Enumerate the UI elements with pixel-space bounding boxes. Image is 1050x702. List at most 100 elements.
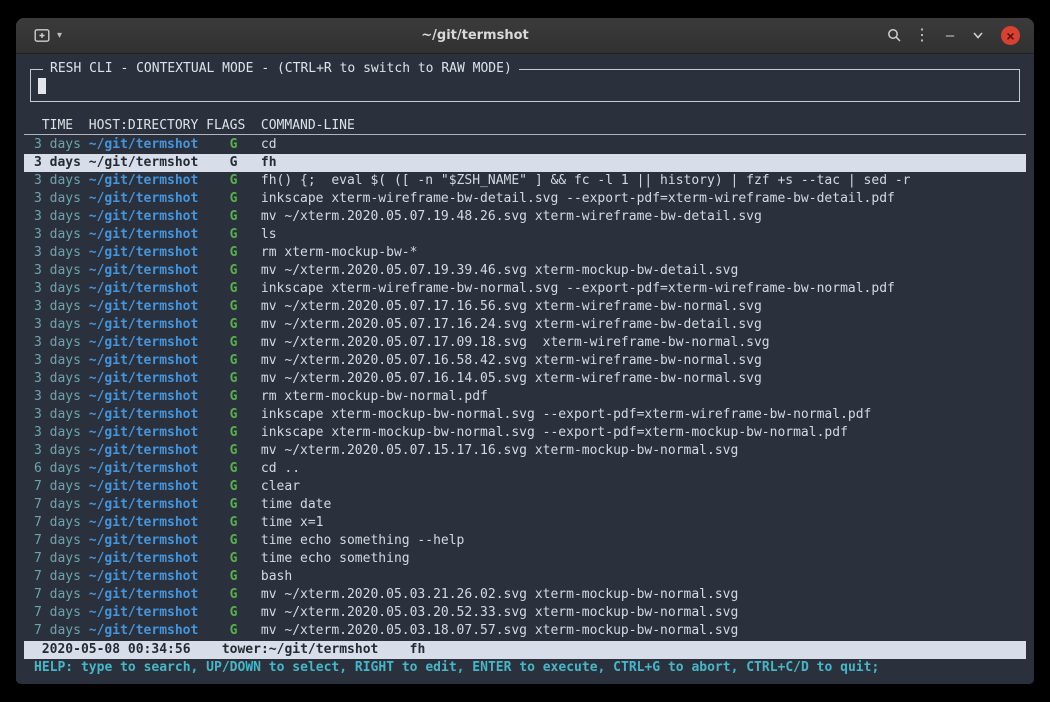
history-row[interactable]: 3 days~/git/termshotGfh [24,154,1026,172]
flag-cell: G [206,172,245,190]
search-button[interactable] [880,22,908,50]
command-cell: mv ~/xterm.2020.05.03.21.26.02.svg xterm… [253,586,1016,604]
history-row[interactable]: 3 days~/git/termshotGfh() {; eval $( ([ … [24,172,1026,190]
history-row[interactable]: 7 days~/git/termshotGbash [24,568,1026,586]
history-row[interactable]: 7 days~/git/termshotGtime echo something [24,550,1026,568]
history-row[interactable]: 3 days~/git/termshotGinkscape xterm-mock… [24,406,1026,424]
history-row[interactable]: 3 days~/git/termshotGls [24,226,1026,244]
status-host-directory: tower:~/git/termshot [222,641,379,659]
directory-cell: ~/git/termshot [89,334,199,352]
history-row[interactable]: 3 days~/git/termshotGmv ~/xterm.2020.05.… [24,442,1026,460]
history-row[interactable]: 3 days~/git/termshotGinkscape xterm-wire… [24,280,1026,298]
command-cell: time x=1 [253,514,1016,532]
time-cell: 3 days [34,388,81,406]
window-title: ~/git/termshot [136,28,814,43]
time-cell: 7 days [34,496,81,514]
flag-cell: G [206,604,245,622]
history-row[interactable]: 3 days~/git/termshotGmv ~/xterm.2020.05.… [24,298,1026,316]
command-cell: mv ~/xterm.2020.05.07.15.17.16.svg xterm… [253,442,1016,460]
status-datetime: 2020-05-08 00:34:56 [42,641,191,659]
chevron-down-icon: ▾ [57,30,62,41]
history-row[interactable]: 3 days~/git/termshotGmv ~/xterm.2020.05.… [24,352,1026,370]
time-cell: 3 days [34,262,81,280]
history-row[interactable]: 7 days~/git/termshotGtime echo something… [24,532,1026,550]
directory-cell: ~/git/termshot [89,208,199,226]
minimize-icon: – [946,27,954,44]
search-input-box[interactable]: RESH CLI - CONTEXTUAL MODE - (CTRL+R to … [30,69,1020,102]
terminal-content[interactable]: RESH CLI - CONTEXTUAL MODE - (CTRL+R to … [16,54,1034,683]
flag-cell: G [206,442,245,460]
history-row[interactable]: 3 days~/git/termshotGmv ~/xterm.2020.05.… [24,208,1026,226]
close-button[interactable]: × [1001,26,1020,45]
time-cell: 7 days [34,478,81,496]
time-cell: 3 days [34,424,81,442]
history-row[interactable]: 3 days~/git/termshotGmv ~/xterm.2020.05.… [24,370,1026,388]
text-cursor [38,78,46,94]
directory-cell: ~/git/termshot [89,388,199,406]
directory-cell: ~/git/termshot [89,316,199,334]
menu-button[interactable]: ⋮ [908,22,936,50]
command-cell: time date [253,496,1016,514]
flag-cell: G [206,226,245,244]
history-row[interactable]: 3 days~/git/termshotGinkscape xterm-wire… [24,190,1026,208]
minimize-button[interactable]: – [936,22,964,50]
history-row[interactable]: 3 days~/git/termshotGrm xterm-mockup-bw-… [24,388,1026,406]
directory-cell: ~/git/termshot [89,280,199,298]
flag-cell: G [206,424,245,442]
command-cell: ls [253,226,1016,244]
flag-cell: G [206,352,245,370]
directory-cell: ~/git/termshot [89,352,199,370]
time-cell: 3 days [34,370,81,388]
time-cell: 7 days [34,514,81,532]
flag-cell: G [206,460,245,478]
history-row[interactable]: 3 days~/git/termshotGmv ~/xterm.2020.05.… [24,334,1026,352]
restore-button[interactable] [964,22,992,50]
command-cell: mv ~/xterm.2020.05.07.16.14.05.svg xterm… [253,370,1016,388]
command-cell: bash [253,568,1016,586]
command-cell: cd [253,136,1016,154]
flag-cell: G [206,136,245,154]
time-cell: 3 days [34,298,81,316]
directory-cell: ~/git/termshot [89,136,199,154]
history-row[interactable]: 3 days~/git/termshotGrm xterm-mockup-bw-… [24,244,1026,262]
flag-cell: G [206,550,245,568]
history-row[interactable]: 7 days~/git/termshotGmv ~/xterm.2020.05.… [24,622,1026,640]
time-cell: 3 days [34,244,81,262]
time-cell: 3 days [34,406,81,424]
header-host-directory: HOST:DIRECTORY [89,117,199,135]
time-cell: 7 days [34,622,81,640]
command-cell: mv ~/xterm.2020.05.03.20.52.33.svg xterm… [253,604,1016,622]
directory-cell: ~/git/termshot [89,514,199,532]
time-cell: 3 days [34,154,81,172]
command-cell: fh [253,154,1016,172]
header-time: TIME [34,117,81,135]
titlebar[interactable]: ▾ ~/git/termshot ⋮ – × [16,18,1034,54]
command-cell: inkscape xterm-mockup-bw-normal.svg --ex… [253,424,1016,442]
time-cell: 3 days [34,280,81,298]
history-list: 3 days~/git/termshotGcd3 days~/git/terms… [24,136,1026,640]
history-row[interactable]: 7 days~/git/termshotGtime x=1 [24,514,1026,532]
time-cell: 3 days [34,316,81,334]
new-tab-button[interactable]: ▾ [26,24,70,47]
header-command-line: COMMAND-LINE [253,117,1016,135]
directory-cell: ~/git/termshot [89,154,199,172]
directory-cell: ~/git/termshot [89,532,199,550]
command-cell: mv ~/xterm.2020.05.07.17.16.56.svg xterm… [253,298,1016,316]
history-row[interactable]: 3 days~/git/termshotGcd [24,136,1026,154]
flag-cell: G [206,334,245,352]
history-row[interactable]: 7 days~/git/termshotGtime date [24,496,1026,514]
history-row[interactable]: 7 days~/git/termshotGclear [24,478,1026,496]
header-flags: FLAGS [206,117,245,135]
time-cell: 3 days [34,208,81,226]
flag-cell: G [206,622,245,640]
kebab-menu-icon: ⋮ [914,28,930,44]
history-row[interactable]: 7 days~/git/termshotGmv ~/xterm.2020.05.… [24,604,1026,622]
directory-cell: ~/git/termshot [89,604,199,622]
flag-cell: G [206,190,245,208]
history-row[interactable]: 3 days~/git/termshotGmv ~/xterm.2020.05.… [24,316,1026,334]
history-row[interactable]: 7 days~/git/termshotGmv ~/xterm.2020.05.… [24,586,1026,604]
command-cell: mv ~/xterm.2020.05.07.19.48.26.svg xterm… [253,208,1016,226]
history-row[interactable]: 6 days~/git/termshotGcd .. [24,460,1026,478]
history-row[interactable]: 3 days~/git/termshotGmv ~/xterm.2020.05.… [24,262,1026,280]
history-row[interactable]: 3 days~/git/termshotGinkscape xterm-mock… [24,424,1026,442]
